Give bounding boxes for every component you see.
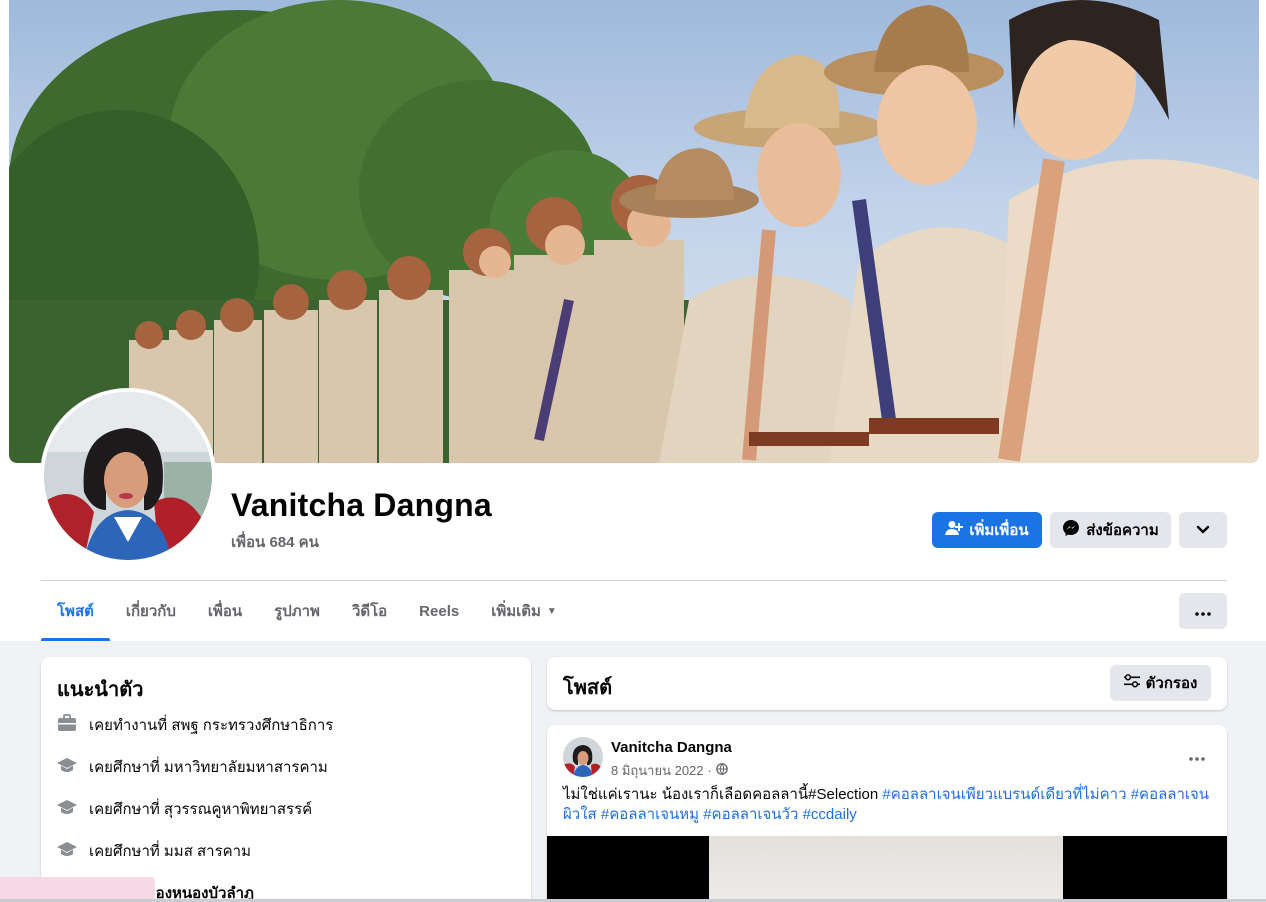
posts-header-card: โพสต์ ตัวกรอง	[547, 657, 1227, 710]
caret-down-icon: ▼	[546, 605, 557, 617]
tab-about[interactable]: เกี่ยวกับ	[110, 581, 192, 641]
tab-label: เกี่ยวกับ	[125, 603, 176, 620]
profile-photo	[44, 392, 212, 560]
add-friend-button[interactable]: เพิ่มเพื่อน	[932, 512, 1042, 548]
add-friend-label: เพิ่มเพื่อน	[969, 522, 1029, 539]
post-body: ไม่ใช่แค่เรานะ น้องเราก็เลือดคอลลานี้#Se…	[563, 786, 879, 803]
tab-photos[interactable]: รูปภาพ	[258, 581, 336, 641]
post-options-button[interactable]	[1183, 743, 1211, 767]
tab-label: เพื่อน	[207, 603, 243, 620]
globe-icon	[716, 763, 728, 778]
post-video-frame	[709, 836, 1063, 902]
profile-options-button[interactable]	[1179, 512, 1227, 548]
message-button[interactable]: ส่งข้อความ	[1050, 512, 1171, 548]
tab-more[interactable]: เพิ่มเติม ▼	[475, 581, 573, 641]
profile-name: Vanitcha Dangna	[231, 487, 492, 523]
profile-header: Vanitcha Dangna เพื่อน 684 คน เพิ่มเพื่อ…	[0, 0, 1266, 641]
post-text: ไม่ใช่แค่เรานะ น้องเราก็เลือดคอลลานี้#Se…	[563, 785, 1213, 825]
briefcase-icon	[57, 713, 77, 737]
intro-item-education: เคยศึกษาที่ สุวรรณคูหาพิทยาสรรค์	[57, 797, 312, 821]
ellipsis-icon	[1195, 603, 1211, 620]
tab-label: วิดีโอ	[351, 603, 388, 620]
tab-videos[interactable]: วิดีโอ	[336, 581, 403, 641]
hashtag-link[interactable]: #คอลลาเจนเพียวแบรนด์เดียวที่ไม่คาว	[882, 786, 1126, 803]
intro-item-text: เคยทำงานที่ สพฐ กระทรวงศึกษาธิการ	[89, 717, 334, 734]
filter-label: ตัวกรอง	[1145, 675, 1198, 692]
intro-card: แนะนำตัว เคยทำงานที่ สพฐ กระทรวงศึกษาธิก…	[41, 657, 531, 902]
posts-title: โพสต์	[563, 677, 613, 699]
filter-button[interactable]: ตัวกรอง	[1110, 665, 1211, 701]
tab-label: เพิ่มเติม	[491, 603, 541, 620]
cover-photo[interactable]	[9, 0, 1259, 463]
ellipsis-icon	[1189, 745, 1205, 766]
intro-item-education: เคยศึกษาที่ มหาวิทยาลัยมหาสารคาม	[57, 755, 328, 779]
post-author-avatar[interactable]	[563, 737, 603, 777]
graduation-cap-icon	[57, 797, 77, 821]
tabs-more-button[interactable]	[1179, 593, 1227, 629]
chevron-down-icon	[1196, 522, 1210, 539]
post-video[interactable]	[547, 836, 1227, 902]
intro-item-text: เคยศึกษาที่ สุวรรณคูหาพิทยาสรรค์	[89, 801, 313, 818]
tab-label: Reels	[419, 602, 460, 620]
profile-tabs: โพสต์ เกี่ยวกับ เพื่อน รูปภาพ วิดีโอ Ree…	[41, 581, 573, 641]
tab-label: โพสต์	[57, 603, 94, 620]
friend-count[interactable]: เพื่อน 684 คน	[231, 530, 319, 554]
intro-item-work: เคยทำงานที่ สพฐ กระทรวงศึกษาธิการ	[57, 713, 333, 737]
intro-item-text: เคยศึกษาที่ มมส สารคาม	[89, 843, 251, 860]
post-date[interactable]: 8 มิถุนายน 2022	[611, 760, 704, 781]
messenger-icon	[1062, 519, 1080, 541]
intro-item-text: เคยศึกษาที่ มหาวิทยาลัยมหาสารคาม	[89, 759, 328, 776]
hashtag-link[interactable]: #ccdaily	[803, 806, 857, 823]
profile-avatar[interactable]	[40, 388, 216, 564]
filter-sliders-icon	[1123, 674, 1140, 692]
graduation-cap-icon	[57, 839, 77, 863]
post-author-name[interactable]: Vanitcha Dangna	[611, 739, 732, 756]
intro-item-education: เคยศึกษาที่ มมส สารคาม	[57, 839, 251, 863]
feed-post: Vanitcha Dangna 8 มิถุนายน 2022 · ไม่ใช่…	[547, 725, 1227, 902]
meta-separator: ·	[707, 763, 712, 778]
add-friend-icon	[945, 520, 964, 540]
tab-label: รูปภาพ	[274, 603, 320, 620]
hashtag-link[interactable]: #คอลลาเจนวัว	[703, 806, 798, 823]
tab-friends[interactable]: เพื่อน	[192, 581, 258, 641]
graduation-cap-icon	[57, 755, 77, 779]
post-meta: 8 มิถุนายน 2022 ·	[611, 760, 728, 781]
intro-title: แนะนำตัว	[57, 679, 144, 701]
tab-posts[interactable]: โพสต์	[41, 581, 110, 641]
hashtag-link[interactable]: #คอลลาเจนหมู	[601, 806, 699, 823]
message-label: ส่งข้อความ	[1086, 522, 1159, 539]
tab-reels[interactable]: Reels	[403, 581, 475, 641]
